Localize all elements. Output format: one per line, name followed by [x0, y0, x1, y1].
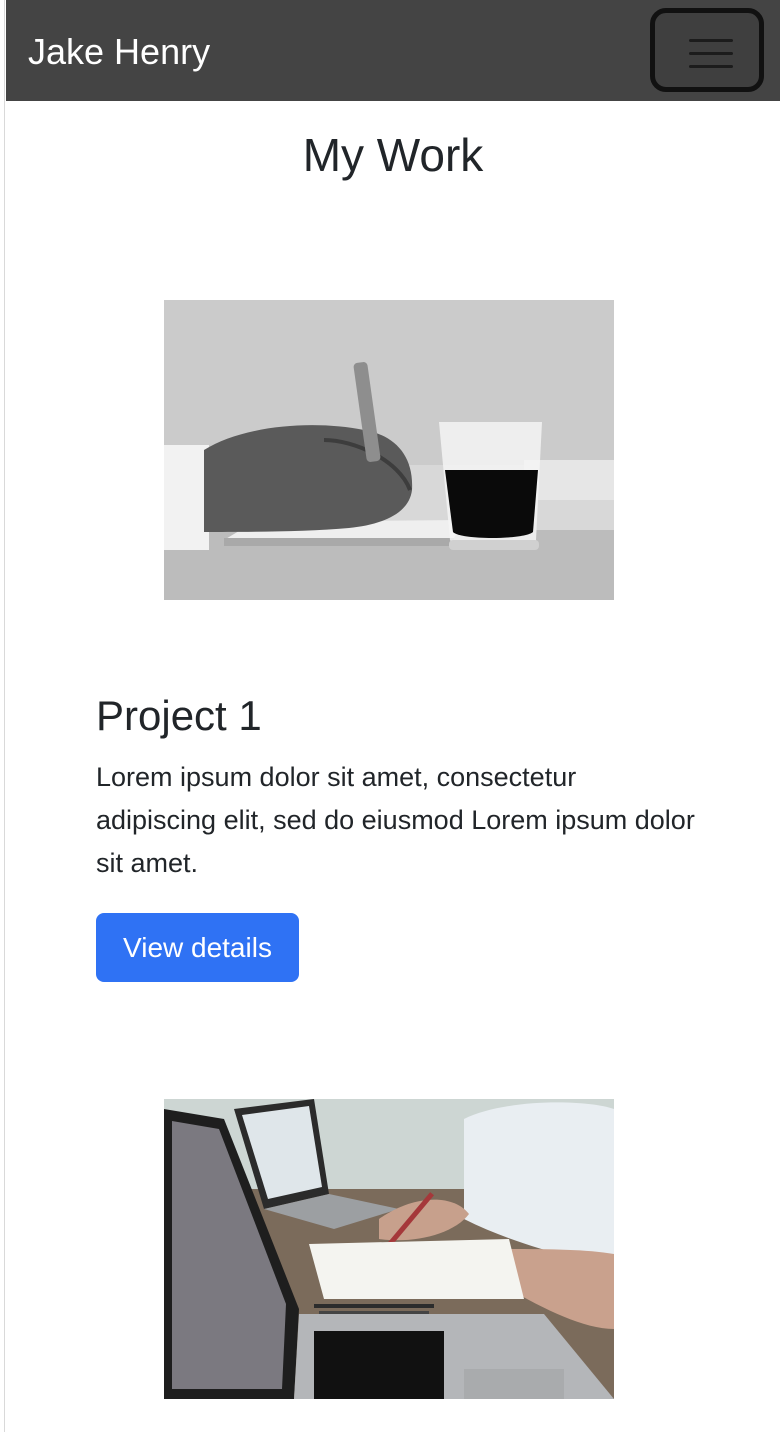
project-2-image	[164, 1099, 614, 1399]
page: Jake Henry My Work Project 1 Lorem ipsum…	[0, 0, 780, 1432]
project-1-description: Lorem ipsum dolor sit amet, consectetur …	[96, 762, 695, 878]
navbar-brand[interactable]: Jake Henry	[28, 30, 210, 74]
section-title: My Work	[302, 129, 484, 181]
navbar-toggler-button[interactable]	[650, 8, 764, 92]
navbar: Jake Henry	[6, 0, 780, 101]
view-details-button[interactable]: View details	[96, 913, 299, 982]
project-1-title: Project 1	[96, 692, 262, 739]
left-edge-border	[0, 0, 5, 1432]
project-1-image	[164, 300, 614, 600]
